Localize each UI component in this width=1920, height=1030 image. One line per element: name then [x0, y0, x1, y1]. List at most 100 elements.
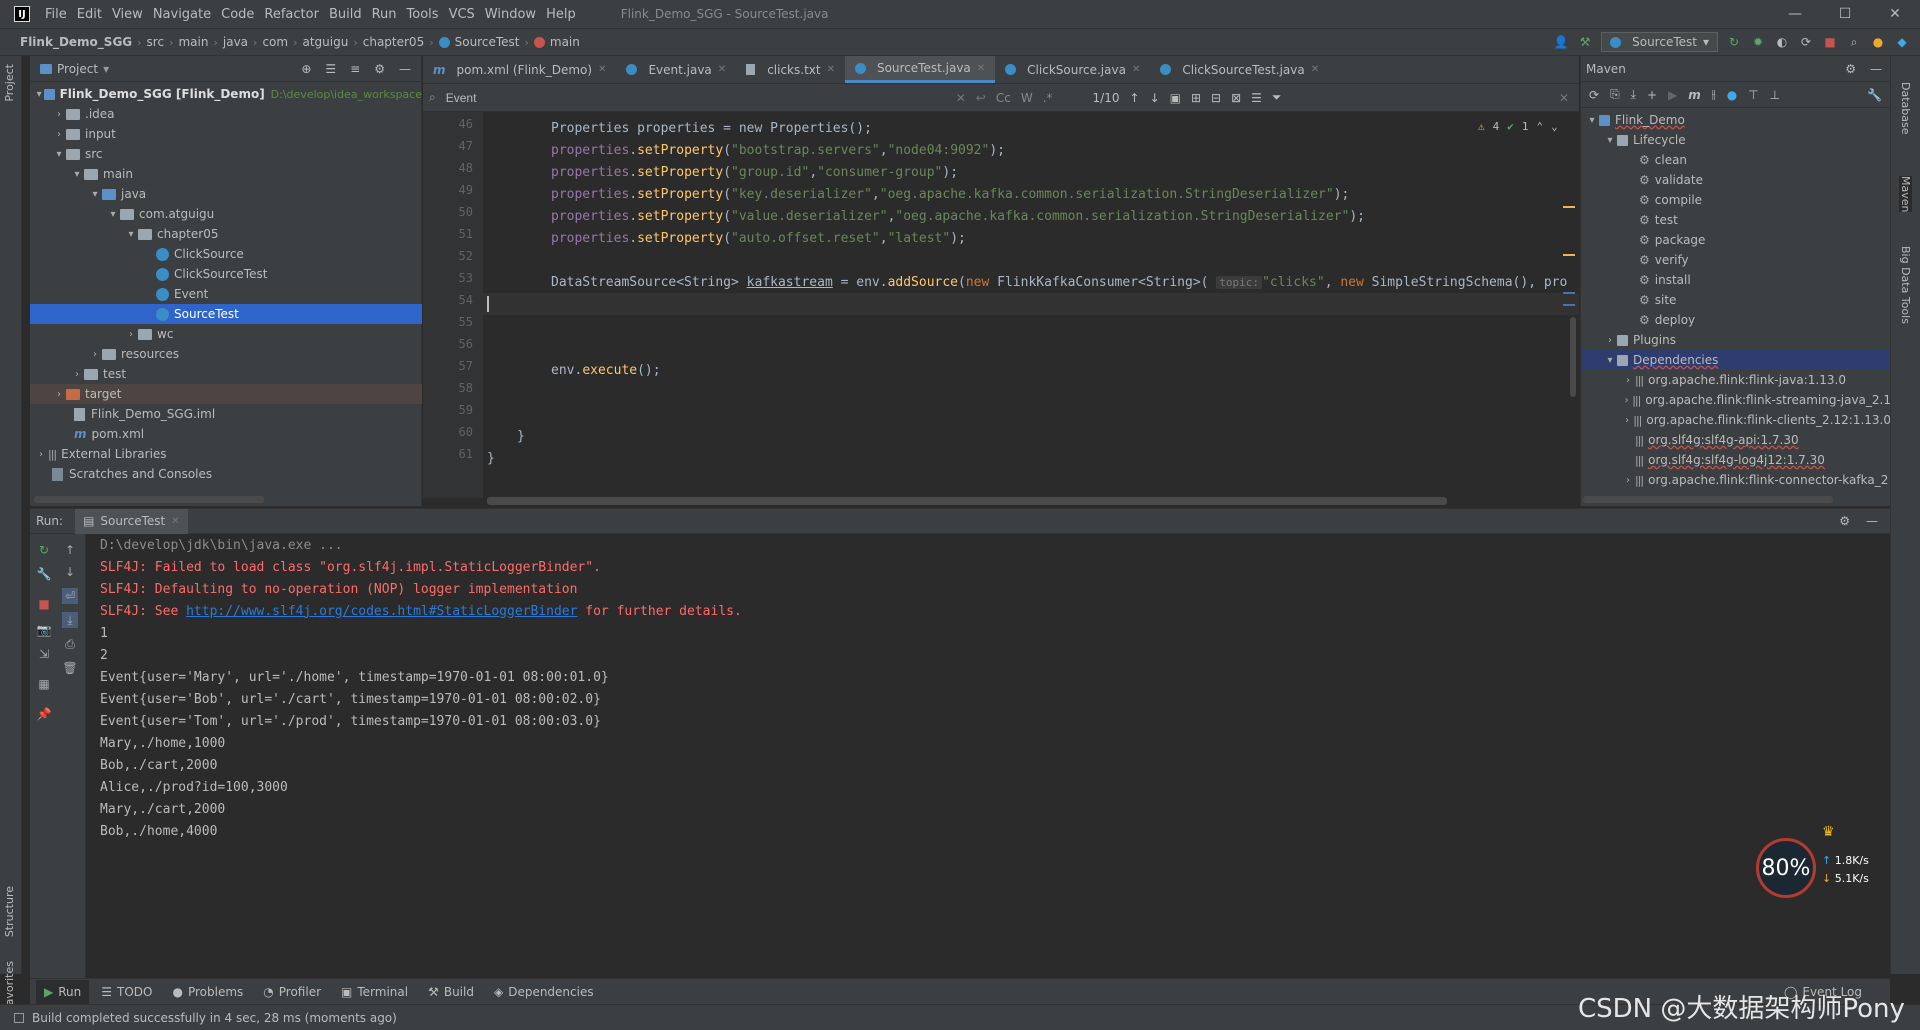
console-output[interactable]: D:\develop\jdk\bin\java.exe ... SLF4J: F…	[86, 534, 1890, 978]
breadcrumb-com[interactable]: com	[262, 35, 288, 49]
close-find-icon[interactable]: ✕	[1559, 91, 1569, 105]
find-stripe-mark[interactable]	[1563, 292, 1575, 306]
tool-dependencies[interactable]: ◈ Dependencies	[486, 980, 602, 1004]
tree-item-target[interactable]: › target	[30, 384, 422, 404]
tree-item-input[interactable]: › input	[30, 124, 422, 144]
tree-item-main[interactable]: ▾ main	[30, 164, 422, 184]
maximize-icon[interactable]: ☐	[1820, 6, 1870, 22]
breadcrumb-java[interactable]: java	[223, 35, 248, 49]
search-options-icon[interactable]: ☰	[1251, 91, 1262, 105]
run-tab-sourcetest[interactable]: ▤ SourceTest ✕	[75, 508, 188, 534]
maven-dep-slf4g-api[interactable]: ||| org.slf4g:slf4g-api:1.7.30	[1581, 430, 1891, 450]
pin-icon[interactable]: 📌	[36, 706, 52, 722]
tool-build[interactable]: ⚒ Build	[420, 980, 482, 1004]
tab-pom-xml[interactable]: m pom.xml (Flink_Demo) ✕	[423, 56, 616, 83]
chevron-down-icon[interactable]: ▾	[103, 62, 109, 76]
expand-all-icon[interactable]: ☰	[325, 62, 336, 76]
rerun-icon[interactable]: ↻	[1726, 34, 1742, 50]
editor-vscrollbar[interactable]	[1570, 317, 1576, 397]
camera-icon[interactable]: 📷	[36, 622, 52, 638]
run-config-select[interactable]: SourceTest ▾	[1601, 32, 1718, 52]
status-toggle-icon[interactable]	[14, 1012, 24, 1023]
menu-refactor[interactable]: Refactor	[259, 7, 324, 22]
tree-item-event[interactable]: Event	[30, 284, 422, 304]
maven-phase-install[interactable]: ⚙ install	[1581, 270, 1891, 290]
close-icon[interactable]: ✕	[977, 63, 985, 74]
menu-build[interactable]: Build	[324, 7, 367, 22]
maven-dep-kafka-connector[interactable]: › ||| org.apache.flink:flink-connector-kaf…	[1581, 470, 1891, 490]
user-icon[interactable]: 👤	[1553, 34, 1569, 50]
next-problem-icon[interactable]: ⌄	[1551, 120, 1558, 133]
close-icon[interactable]: ✕	[1311, 64, 1319, 75]
tree-item-test[interactable]: › test	[30, 364, 422, 384]
menu-help[interactable]: Help	[541, 7, 581, 22]
tree-item-src[interactable]: ▾ src	[30, 144, 422, 164]
regex-toggle[interactable]: .*	[1043, 91, 1053, 105]
maven-plugins-row[interactable]: › Plugins	[1581, 330, 1891, 350]
structure-tool-tab[interactable]: Structure	[3, 886, 16, 937]
close-icon[interactable]: ✕	[598, 64, 606, 75]
reimport-icon[interactable]: ⎘	[1610, 87, 1620, 102]
close-window-icon[interactable]: ✕	[1870, 6, 1920, 22]
maven-hscrollbar[interactable]	[1583, 496, 1833, 503]
breadcrumb-main[interactable]: main	[178, 35, 208, 49]
execute-goal-icon[interactable]: m	[1688, 88, 1701, 102]
gear-icon[interactable]: ⚙	[1839, 514, 1850, 528]
breadcrumb-main-method[interactable]: main	[550, 35, 580, 49]
collapse-icon[interactable]: ⊥	[1770, 88, 1780, 102]
tree-item-wc[interactable]: › wc	[30, 324, 422, 344]
tool-terminal[interactable]: ▣ Terminal	[333, 980, 416, 1004]
debug-icon[interactable]: ✹	[1750, 34, 1766, 50]
menu-view[interactable]: View	[107, 7, 148, 22]
gear-icon[interactable]: ⚙	[1845, 62, 1856, 76]
previous-problem-icon[interactable]: ⌃	[1537, 120, 1544, 133]
maven-dep-slf4g-log4j[interactable]: ||| org.slf4g:slf4g-log4j12:1.7.30	[1581, 450, 1891, 470]
previous-match-icon[interactable]: ↑	[1130, 91, 1140, 105]
menu-code[interactable]: Code	[216, 7, 259, 22]
maven-phase-test[interactable]: ⚙ test	[1581, 210, 1891, 230]
editor-hscrollbar[interactable]	[487, 497, 1447, 505]
close-icon[interactable]: ✕	[827, 64, 835, 75]
hide-icon[interactable]: —	[1870, 62, 1882, 76]
tool-problems[interactable]: ● Problems	[164, 980, 251, 1004]
history-icon[interactable]: ↩	[976, 91, 986, 105]
maven-dep-flink-clients[interactable]: › ||| org.apache.flink:flink-clients_2.12:…	[1581, 410, 1891, 430]
tree-item-sourcetest[interactable]: SourceTest	[30, 304, 422, 324]
maven-project-row[interactable]: ▾ Flink_Demo	[1581, 110, 1891, 130]
breadcrumb-sourcetest[interactable]: SourceTest	[455, 35, 520, 49]
search-icon[interactable]: ⌕	[1846, 34, 1862, 50]
menu-edit[interactable]: Edit	[72, 7, 107, 22]
tab-clicks-txt[interactable]: clicks.txt ✕	[736, 56, 845, 83]
close-icon[interactable]: ✕	[1132, 64, 1140, 75]
toggle-offline-icon[interactable]: ⫲	[1712, 87, 1716, 102]
find-input[interactable]	[445, 90, 946, 105]
maven-dependencies-row[interactable]: ▾ Dependencies	[1581, 350, 1891, 370]
database-tool-tab[interactable]: Database	[1899, 82, 1912, 135]
up-arrow-icon[interactable]: ↑	[62, 542, 78, 558]
tree-item-clicksourcetest[interactable]: ClickSourceTest	[30, 264, 422, 284]
maven-phase-verify[interactable]: ⚙ verify	[1581, 250, 1891, 270]
tree-root[interactable]: ▾ Flink_Demo_SGG [Flink_Demo] D:\develop\i…	[30, 84, 422, 104]
menu-vcs[interactable]: VCS	[444, 7, 480, 22]
maven-dep-flink-java[interactable]: › ||| org.apache.flink:flink-java:1.13.0	[1581, 370, 1891, 390]
breadcrumb-project[interactable]: Flink_Demo_SGG	[20, 35, 132, 49]
hide-icon[interactable]: —	[1866, 514, 1878, 528]
tree-item-clicksource[interactable]: ClickSource	[30, 244, 422, 264]
update-icon[interactable]: ●	[1870, 34, 1886, 50]
breadcrumb-atguigu[interactable]: atguigu	[302, 35, 348, 49]
maven-dep-flink-streaming[interactable]: › ||| org.apache.flink:flink-streaming-jav…	[1581, 390, 1891, 410]
tree-item-resources[interactable]: › resources	[30, 344, 422, 364]
big-data-tools-tab[interactable]: Big Data Tools	[1899, 246, 1912, 324]
slf4j-link[interactable]: http://www.slf4j.org/codes.html#StaticLo…	[186, 604, 577, 619]
print-icon[interactable]: ⎙	[62, 636, 78, 652]
error-stripe-mark[interactable]	[1563, 206, 1575, 208]
hide-icon[interactable]: —	[399, 62, 411, 76]
exit-icon[interactable]: ⇲	[36, 646, 52, 662]
tree-item-iml[interactable]: Flink_Demo_SGG.iml	[30, 404, 422, 424]
maven-phase-site[interactable]: ⚙ site	[1581, 290, 1891, 310]
maven-tool-tab[interactable]: Maven	[1899, 176, 1912, 213]
stop-icon[interactable]: ■	[1822, 34, 1838, 50]
tab-event-java[interactable]: Event.java ✕	[616, 56, 736, 83]
add-selection-icon[interactable]: ⊞	[1191, 91, 1201, 105]
stop-icon[interactable]: ■	[36, 596, 52, 612]
